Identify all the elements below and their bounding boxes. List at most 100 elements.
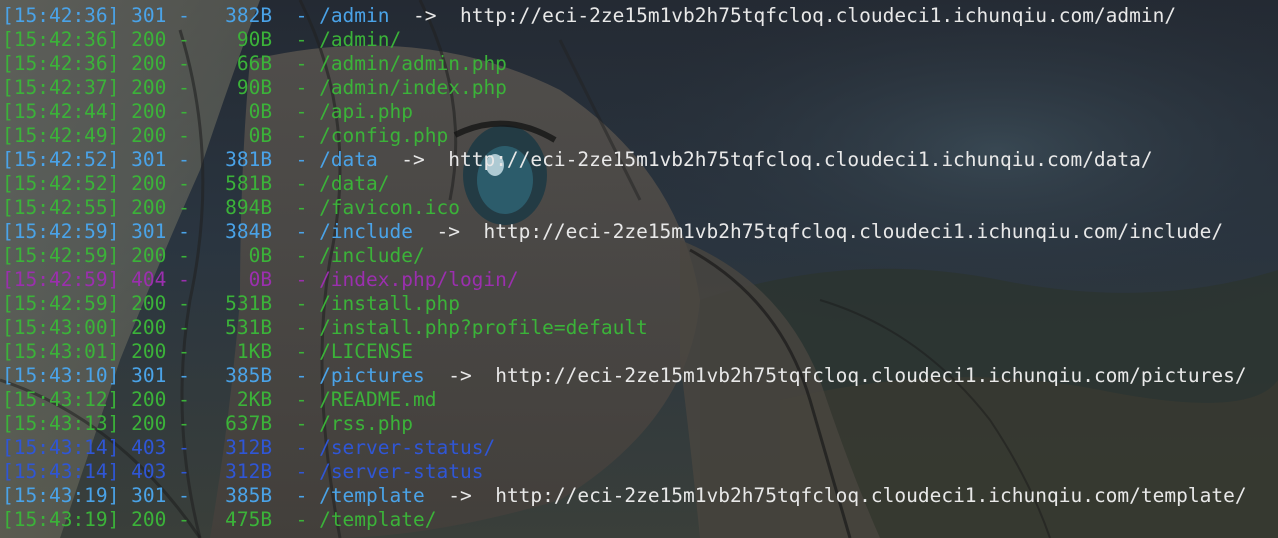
separator: - bbox=[295, 460, 308, 483]
status-code: 301 bbox=[131, 148, 167, 171]
timestamp: [15:43:14] bbox=[2, 460, 120, 483]
separator: - bbox=[178, 460, 190, 483]
status-code: 403 bbox=[131, 436, 167, 459]
request-path: /server-status bbox=[319, 460, 484, 483]
separator: - bbox=[178, 52, 190, 75]
scan-result-line: [15:42:55] 200 - 894B - /favicon.ico bbox=[2, 196, 460, 220]
request-path: /pictures bbox=[319, 364, 425, 387]
response-size: 90B bbox=[236, 76, 273, 99]
request-path: /config.php bbox=[319, 124, 449, 147]
timestamp: [15:43:12] bbox=[2, 388, 120, 411]
request-path: /template/ bbox=[319, 508, 437, 531]
response-size: 312B bbox=[225, 436, 273, 459]
timestamp: [15:43:00] bbox=[2, 316, 120, 339]
request-path: /server-status/ bbox=[319, 436, 496, 459]
separator: - bbox=[295, 28, 308, 51]
status-code: 301 bbox=[131, 220, 167, 243]
status-code: 403 bbox=[131, 460, 167, 483]
timestamp: [15:42:52] bbox=[2, 172, 120, 195]
separator: - bbox=[295, 76, 308, 99]
scan-result-line: [15:43:14] 403 - 312B - /server-status bbox=[2, 460, 483, 484]
request-path: /admin/admin.php bbox=[319, 52, 507, 75]
separator: - bbox=[178, 148, 190, 171]
separator: - bbox=[295, 292, 308, 315]
scan-result-line: [15:42:36] 200 - 90B - /admin/ bbox=[2, 28, 401, 52]
timestamp: [15:43:13] bbox=[2, 412, 120, 435]
response-size: 2KB bbox=[236, 388, 273, 411]
status-code: 200 bbox=[131, 28, 167, 51]
response-size: 90B bbox=[236, 28, 273, 51]
response-size: 385B bbox=[225, 364, 273, 387]
timestamp: [15:42:59] bbox=[2, 220, 120, 243]
separator: - bbox=[178, 124, 190, 147]
scan-result-line: [15:42:49] 200 - 0B - /config.php bbox=[2, 124, 448, 148]
status-code: 200 bbox=[131, 412, 167, 435]
redirect-arrow: -> bbox=[436, 220, 460, 243]
request-path: /rss.php bbox=[319, 412, 413, 435]
request-path: /api.php bbox=[319, 100, 413, 123]
redirect-arrow: -> bbox=[448, 364, 472, 387]
timestamp: [15:42:59] bbox=[2, 268, 120, 291]
separator: - bbox=[178, 436, 190, 459]
response-size: 637B bbox=[225, 412, 273, 435]
status-code: 200 bbox=[131, 244, 167, 267]
response-size: 894B bbox=[225, 196, 273, 219]
scan-result-line: [15:42:59] 200 - 0B - /include/ bbox=[2, 244, 425, 268]
separator: - bbox=[295, 124, 308, 147]
scan-result-line: [15:43:14] 403 - 312B - /server-status/ bbox=[2, 436, 495, 460]
scan-result-line: [15:42:44] 200 - 0B - /api.php bbox=[2, 100, 413, 124]
separator: - bbox=[178, 484, 190, 507]
redirect-url: http://eci-2ze15m1vb2h75tqfcloq.cloudeci… bbox=[459, 4, 1177, 27]
response-size: 382B bbox=[225, 4, 273, 27]
status-code: 301 bbox=[131, 4, 167, 27]
response-size: 531B bbox=[225, 292, 273, 315]
status-code: 200 bbox=[131, 316, 167, 339]
timestamp: [15:42:44] bbox=[2, 100, 120, 123]
scan-result-line: [15:42:52] 200 - 581B - /data/ bbox=[2, 172, 390, 196]
timestamp: [15:42:36] bbox=[2, 4, 120, 27]
status-code: 200 bbox=[131, 292, 167, 315]
separator: - bbox=[178, 196, 190, 219]
separator: - bbox=[178, 268, 190, 291]
scan-result-line: [15:43:13] 200 - 637B - /rss.php bbox=[2, 412, 413, 436]
status-code: 200 bbox=[131, 172, 167, 195]
separator: - bbox=[178, 244, 190, 267]
scan-result-line: [15:42:37] 200 - 90B - /admin/index.php bbox=[2, 76, 507, 100]
redirect-url: http://eci-2ze15m1vb2h75tqfcloq.cloudeci… bbox=[483, 220, 1224, 243]
separator: - bbox=[178, 220, 190, 243]
timestamp: [15:42:55] bbox=[2, 196, 120, 219]
separator: - bbox=[178, 28, 190, 51]
timestamp: [15:42:59] bbox=[2, 292, 120, 315]
separator: - bbox=[295, 52, 308, 75]
request-path: /install.php?profile=default bbox=[319, 316, 648, 339]
scan-result-line: [15:42:36] 301 - 382B - /admin -> http:/… bbox=[2, 4, 1176, 28]
response-size: 1KB bbox=[236, 340, 273, 363]
request-path: /admin/index.php bbox=[319, 76, 507, 99]
scan-result-line: [15:43:19] 200 - 475B - /template/ bbox=[2, 508, 436, 532]
scan-result-line: [15:42:59] 200 - 531B - /install.php bbox=[2, 292, 460, 316]
separator: - bbox=[295, 196, 308, 219]
status-code: 200 bbox=[131, 340, 167, 363]
separator: - bbox=[295, 268, 308, 291]
scan-result-line: [15:42:59] 404 - 0B - /index.php/login/ bbox=[2, 268, 519, 292]
status-code: 200 bbox=[131, 124, 167, 147]
response-size: 0B bbox=[248, 268, 273, 291]
redirect-url: http://eci-2ze15m1vb2h75tqfcloq.cloudeci… bbox=[495, 364, 1247, 387]
redirect-arrow: -> bbox=[413, 4, 437, 27]
separator: - bbox=[295, 172, 308, 195]
request-path: /include bbox=[319, 220, 413, 243]
response-size: 0B bbox=[248, 244, 273, 267]
scan-result-line: [15:43:10] 301 - 385B - /pictures -> htt… bbox=[2, 364, 1247, 388]
separator: - bbox=[295, 412, 308, 435]
request-path: /index.php/login/ bbox=[319, 268, 519, 291]
response-size: 0B bbox=[248, 124, 273, 147]
request-path: /data/ bbox=[319, 172, 390, 195]
separator: - bbox=[178, 4, 190, 27]
scan-result-line: [15:42:52] 301 - 381B - /data -> http://… bbox=[2, 148, 1153, 172]
status-code: 200 bbox=[131, 76, 167, 99]
timestamp: [15:43:19] bbox=[2, 484, 120, 507]
response-size: 0B bbox=[248, 100, 273, 123]
status-code: 200 bbox=[131, 388, 167, 411]
separator: - bbox=[178, 172, 190, 195]
response-size: 384B bbox=[225, 220, 273, 243]
